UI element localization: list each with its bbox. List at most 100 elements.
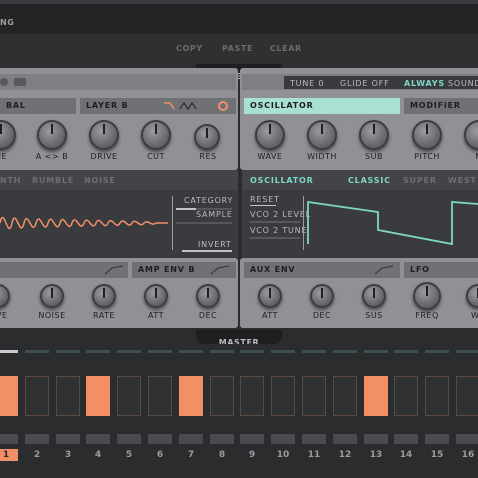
step-button[interactable] [333,434,357,444]
cut-knob[interactable] [141,120,171,150]
top-strip [0,0,478,4]
sample-menu-divider [172,196,173,250]
step-button[interactable] [148,434,172,444]
tab-classic[interactable]: CLASSIC [348,176,391,185]
sound-control[interactable]: SOUND [448,79,478,88]
step-number[interactable]: 9 [240,449,264,461]
sample-slider[interactable] [176,222,232,224]
step-button[interactable] [302,434,326,444]
osc-sub-knob[interactable] [359,120,389,150]
step-number[interactable]: 7 [179,449,203,461]
step-pad[interactable] [56,376,80,416]
vco-reset-button[interactable]: RESET [250,195,280,204]
paste-button[interactable]: PASTE [222,44,253,53]
step-number[interactable]: 6 [148,449,172,461]
step-button[interactable] [425,434,449,444]
step-pad[interactable] [86,376,110,416]
step-number[interactable]: 11 [302,449,326,461]
circle-icon[interactable] [0,78,8,86]
step-pad[interactable] [456,376,478,416]
step-button[interactable] [179,434,203,444]
invert-toggle[interactable] [182,250,232,252]
env-curve-icon[interactable] [104,264,124,276]
step-pad[interactable] [302,376,326,416]
step-number[interactable]: 13 [364,449,388,461]
glide-control[interactable]: GLIDE OFF [340,79,389,88]
step-pad[interactable] [210,376,234,416]
res-knob[interactable] [194,124,220,150]
drive-knob[interactable] [89,120,119,150]
step-button[interactable] [25,434,49,444]
tune-control[interactable]: TUNE 0 [290,79,324,88]
tab-synth[interactable]: NTH [0,176,21,185]
step-pad[interactable] [179,376,203,416]
osc-tab-title[interactable]: OSCILLATOR [250,176,314,185]
vco2-level-slider[interactable] [250,221,300,223]
amp-att-knob[interactable] [144,284,168,308]
lfo-freq-knob[interactable] [413,282,441,310]
pitch-knob[interactable] [412,120,442,150]
tab-super[interactable]: SUPER [403,176,437,185]
modifier-title: MODIFIER [410,101,461,110]
copy-button[interactable]: COPY [176,44,203,53]
amp-env-curve-icon[interactable] [210,264,230,276]
step-number[interactable]: 2 [25,449,49,461]
rate-knob[interactable] [92,284,116,308]
aux-env-curve-icon[interactable] [374,264,394,276]
step-number[interactable]: 14 [394,449,418,461]
folder-icon[interactable] [14,78,26,86]
step-number[interactable]: 3 [56,449,80,461]
osc-wave-knob[interactable] [255,120,285,150]
tab-west[interactable]: WEST [448,176,477,185]
noise-knob[interactable] [40,284,64,308]
osc-width-knob[interactable] [307,120,337,150]
step-button[interactable] [86,434,110,444]
step-pad[interactable] [394,376,418,416]
tab-noise[interactable]: NOISE [84,176,116,185]
aux-dec-knob[interactable] [310,284,334,308]
step-number[interactable]: 16 [456,449,478,461]
step-button[interactable] [210,434,234,444]
step-number[interactable]: 8 [210,449,234,461]
step-number[interactable]: 12 [333,449,357,461]
aux-sus-knob[interactable] [362,284,386,308]
step-button[interactable] [394,434,418,444]
power-icon[interactable] [218,101,228,111]
invert-label[interactable]: INVERT [198,240,232,249]
vco2-level-label[interactable]: VCO 2 LEVEL [250,210,311,219]
step-number[interactable]: 15 [425,449,449,461]
step-button[interactable] [240,434,264,444]
aux-att-knob[interactable] [258,284,282,308]
step-button[interactable] [56,434,80,444]
step-pad[interactable] [240,376,264,416]
vco2-tune-label[interactable]: VCO 2 TUNE [250,226,307,235]
clear-button[interactable]: CLEAR [270,44,302,53]
always-toggle[interactable]: ALWAYS [404,79,445,88]
step-number[interactable]: 5 [117,449,141,461]
aux-dec-label: DEC [312,311,332,320]
vco2-tune-slider[interactable] [250,237,300,239]
layer-a-mix-knob[interactable] [37,120,67,150]
step-pad[interactable] [333,376,357,416]
step-number[interactable]: 10 [271,449,295,461]
master-tab[interactable]: MASTER [196,330,282,347]
step-button[interactable] [0,434,18,444]
step-pad[interactable] [0,376,18,416]
step-pad[interactable] [364,376,388,416]
preset-label-1[interactable]: NG [0,18,14,27]
step-number[interactable]: 1 [0,449,18,461]
step-number[interactable]: 4 [86,449,110,461]
step-button[interactable] [117,434,141,444]
step-button[interactable] [456,434,478,444]
tab-rumble[interactable]: RUMBLE [32,176,74,185]
amp-dec-knob[interactable] [196,284,220,308]
oscillator-header: OSCILLATOR [244,98,400,114]
step-pad[interactable] [425,376,449,416]
step-pad[interactable] [117,376,141,416]
step-button[interactable] [271,434,295,444]
step-button[interactable] [364,434,388,444]
step-pad[interactable] [271,376,295,416]
waveform-select-icon[interactable] [162,100,206,112]
step-pad[interactable] [148,376,172,416]
step-pad[interactable] [25,376,49,416]
